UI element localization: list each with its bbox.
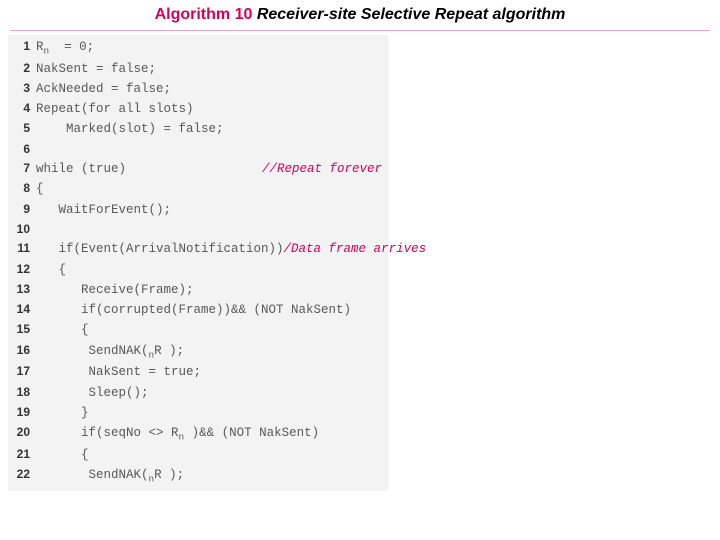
line-number: 21 <box>8 445 30 464</box>
line-number: 2 <box>8 59 30 78</box>
code-text: NakSent = true; <box>36 362 201 382</box>
code-line: 9 WaitForEvent(); <box>8 200 388 220</box>
code-line: 20 if(seqNo <> Rn )&& (NOT NakSent) <box>8 423 388 445</box>
code-line: 14 if(corrupted(Frame))&& (NOT NakSent) <box>8 300 388 320</box>
line-number: 3 <box>8 79 30 98</box>
code-text: Sleep(); <box>36 383 149 403</box>
title-rest: Receiver-site Selective Repeat algorithm <box>252 6 565 23</box>
code-comment: /Data frame arrives <box>284 239 433 259</box>
code-line: 2 NakSent = false; <box>8 59 388 79</box>
line-number: 1 <box>8 37 30 56</box>
line-number: 13 <box>8 280 30 299</box>
code-line: 10 <box>8 220 388 239</box>
line-number: 22 <box>8 465 30 484</box>
page-title: Algorithm 10 Receiver-site Selective Rep… <box>0 0 720 28</box>
code-text: WaitForEvent(); <box>36 200 171 220</box>
code-text: if(corrupted(Frame))&& (NOT NakSent) <box>36 300 351 320</box>
code-text: AckNeeded = false; <box>36 79 171 99</box>
code-line: 1 Rn = 0; <box>8 37 388 59</box>
code-line: 6 <box>8 140 388 159</box>
code-line: 15 { <box>8 320 388 340</box>
line-number: 17 <box>8 362 30 381</box>
code-line: 21 { <box>8 445 388 465</box>
title-divider <box>10 30 710 31</box>
line-number: 15 <box>8 320 30 339</box>
line-number: 18 <box>8 383 30 402</box>
code-line: 18 Sleep(); <box>8 383 388 403</box>
line-number: 4 <box>8 99 30 118</box>
line-number: 11 <box>8 239 30 258</box>
title-highlight: Algorithm 10 <box>155 6 253 23</box>
code-line: 3 AckNeeded = false; <box>8 79 388 99</box>
code-text: Receive(Frame); <box>36 280 194 300</box>
line-number: 12 <box>8 260 30 279</box>
code-line: 4 Repeat(for all slots) <box>8 99 388 119</box>
code-line: 19 } <box>8 403 388 423</box>
line-number: 20 <box>8 423 30 442</box>
code-text: while (true) <box>36 159 126 179</box>
line-number: 19 <box>8 403 30 422</box>
code-line: 17 NakSent = true; <box>8 362 388 382</box>
code-text: { <box>36 445 89 465</box>
code-line: 11 if(Event(ArrivalNotification))/Data f… <box>8 239 388 259</box>
code-line: 8{ <box>8 179 388 199</box>
line-number: 7 <box>8 159 30 178</box>
line-number: 14 <box>8 300 30 319</box>
code-text: NakSent = false; <box>36 59 156 79</box>
line-number: 8 <box>8 179 30 198</box>
code-text: SendNAK(nR ); <box>36 465 184 487</box>
code-listing: 1 Rn = 0; 2 NakSent = false; 3 AckNeeded = fa… <box>8 35 388 491</box>
code-text: SendNAK(nR ); <box>36 341 184 363</box>
code-text: if(seqNo <> Rn )&& (NOT NakSent) <box>36 423 319 445</box>
line-number: 16 <box>8 341 30 360</box>
code-line: 22 SendNAK(nR ); <box>8 465 388 487</box>
code-text: Repeat(for all slots) <box>36 99 194 119</box>
code-line: 12 { <box>8 260 388 280</box>
code-text: { <box>36 179 44 199</box>
code-text: Rn = 0; <box>36 37 94 59</box>
code-line: 13 Receive(Frame); <box>8 280 388 300</box>
code-text: { <box>36 260 66 280</box>
code-line: 5 Marked(slot) = false; <box>8 119 388 139</box>
line-number: 9 <box>8 200 30 219</box>
code-line: 7 while (true) //Repeat forever <box>8 159 388 179</box>
code-comment: //Repeat forever <box>262 159 388 179</box>
line-number: 10 <box>8 220 30 239</box>
code-text: if(Event(ArrivalNotification)) <box>36 239 284 259</box>
code-text: } <box>36 403 89 423</box>
line-number: 5 <box>8 119 30 138</box>
code-line: 16 SendNAK(nR ); <box>8 341 388 363</box>
line-number: 6 <box>8 140 30 159</box>
code-text: { <box>36 320 89 340</box>
code-text: Marked(slot) = false; <box>36 119 224 139</box>
